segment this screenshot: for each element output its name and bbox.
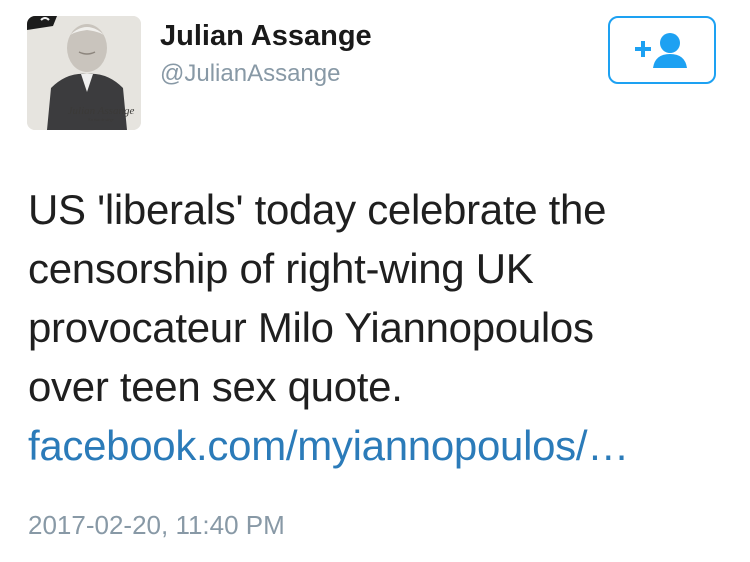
tweet-timestamp: 2017-02-20, 11:40 PM [28,510,285,540]
tweet-link[interactable]: facebook.com/myiannopoulos/… [28,416,728,475]
avatar-caption-subtitle: En état de siège [88,117,114,122]
follow-button[interactable] [608,16,716,84]
tweet-text: US 'liberals' today celebrate the censor… [28,180,728,475]
tweet-text-line: over teen sex quote. [28,363,403,410]
avatar-caption: Julian Assange En état de siège [61,106,141,122]
follow-person-plus-icon [635,33,687,68]
tweet-text-line: US 'liberals' today celebrate the [28,186,607,233]
user-handle[interactable]: @JulianAssange [160,60,340,88]
avatar[interactable]: Julian Assange En état de siège [27,16,141,130]
tweet-card: Julian Assange En état de siège Julian A… [0,0,750,562]
display-name[interactable]: Julian Assange [160,20,372,53]
avatar-caption-name: Julian Assange [67,105,135,117]
tweet-text-line: censorship of right-wing UK [28,245,534,292]
tweet-text-line: provocateur Milo Yiannopoulos [28,304,594,351]
